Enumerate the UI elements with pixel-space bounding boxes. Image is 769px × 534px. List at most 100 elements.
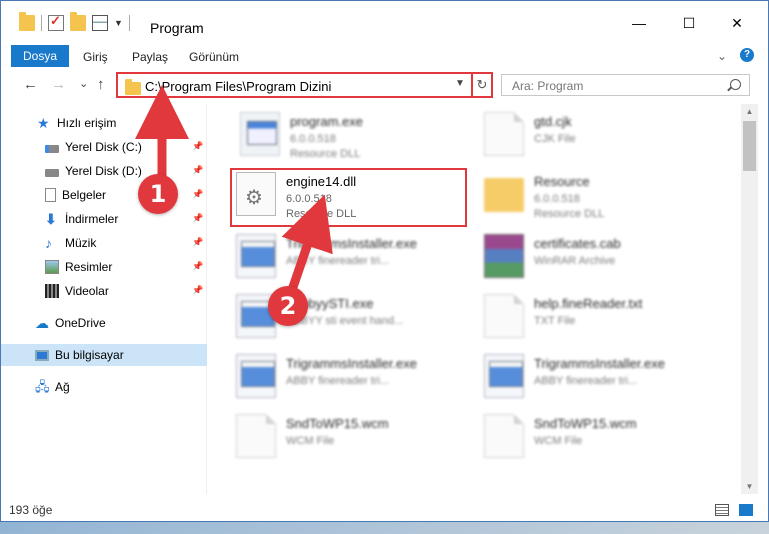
file-type: WCM File [286,435,335,447]
qat-separator-2 [128,15,130,31]
properties-icon[interactable] [92,15,108,31]
file-type: WCM File [534,435,583,447]
file-meta: WCM File [286,434,334,449]
pin-icon[interactable]: 📌 [192,261,203,272]
back-button[interactable]: ← [23,76,38,93]
file-item[interactable]: TrigrammsInstaller.exe ABBY finereader t… [232,230,467,286]
sidebar-item-pictures[interactable]: Resimler 📌 [1,256,207,278]
up-button[interactable]: ↑ [97,76,105,93]
file-meta: CJK File [534,132,576,147]
address-history-chevron-down-icon[interactable]: ▼ [455,78,465,89]
file-item[interactable]: Resource 6.0.0.518 Resource DLL [480,168,715,224]
file-item[interactable]: ZabbyySTI.exe ABBYY sti event hand... [232,290,467,346]
pin-icon[interactable]: 📌 [192,141,203,152]
pin-icon[interactable]: 📌 [192,213,203,224]
large-icons-view-icon[interactable] [739,504,753,516]
file-item[interactable]: TrigrammsInstaller.exe ABBY finereader t… [480,350,715,406]
scroll-down-icon[interactable]: ▼ [741,482,758,491]
file-meta: ABBY finereader tri... [286,254,389,269]
sidebar-item-label: Belgeler [62,188,107,202]
file-meta: TXT File [534,314,575,329]
page-icon [484,414,524,458]
search-placeholder: Ara: Program [512,79,584,93]
expand-ribbon-chevron-icon[interactable]: ⌄ [717,49,727,63]
scroll-up-icon[interactable]: ▲ [741,107,758,116]
sidebar-item-label: OneDrive [55,316,106,330]
drive-icon [45,168,59,177]
status-bar: 193 öğe [1,497,768,521]
details-view-icon[interactable] [715,504,729,516]
tab-view[interactable]: Görünüm [189,50,239,64]
qat-separator [41,15,42,31]
pin-icon[interactable]: 📌 [192,237,203,248]
sidebar-item-videos[interactable]: Videolar 📌 [1,280,207,302]
callout-badge-2: 2 [268,286,308,326]
sidebar-item-label: Yerel Disk (D:) [65,164,142,178]
sidebar-item-label: İndirmeler [65,212,119,226]
file-name: SndToWP15.wcm [534,416,637,431]
refresh-button[interactable]: ↻ [471,74,491,96]
title-bar: ▼ Program — ☐ ✕ [1,1,768,41]
properties-check-icon[interactable] [48,13,64,31]
navigation-bar: ← → ⌄ ↑ C:\Program Files\Program Dizini … [1,68,768,104]
file-meta: WinRAR Archive [534,254,615,269]
pictures-icon [45,260,59,274]
quick-access-toolbar: ▼ [19,12,130,31]
computer-icon [35,349,49,361]
file-item[interactable]: help.fineReader.txt TXT File [480,290,715,346]
file-item[interactable]: gtd.cjk CJK File [480,108,715,164]
app-icon [240,112,280,156]
file-item[interactable]: program.exe 6.0.0.518 Resource DLL [236,108,471,164]
file-type: WinRAR Archive [534,255,616,267]
exe-icon [236,354,276,398]
file-type: ABBY finereader tri... [534,375,638,387]
customize-qat-chevron-down-icon[interactable]: ▼ [114,18,123,28]
sidebar-item-music[interactable]: ♪ Müzik 📌 [1,232,207,254]
page-icon [484,294,524,338]
file-item[interactable]: certificates.cab WinRAR Archive [480,230,715,286]
recent-locations-chevron-icon[interactable]: ⌄ [79,77,88,90]
file-name: program.exe [290,114,363,129]
address-path[interactable]: C:\Program Files\Program Dizini [145,79,331,94]
window-title: Program [150,20,204,36]
pin-icon[interactable]: 📌 [192,165,203,176]
search-icon[interactable] [730,79,741,90]
winrar-icon [484,234,524,278]
file-item[interactable]: TrigrammsInstaller.exe ABBY finereader t… [232,350,467,406]
page-icon [236,414,276,458]
close-button[interactable]: ✕ [721,15,753,32]
tab-file[interactable]: Dosya [11,45,69,67]
exe-icon [236,234,276,278]
folder-icon [125,79,141,95]
file-meta: 6.0.0.518 Resource DLL [290,132,360,162]
sidebar-item-local-disk-d[interactable]: Yerel Disk (D:) 📌 [1,160,207,182]
maximize-button[interactable]: ☐ [673,15,705,32]
sidebar-item-downloads[interactable]: ⬇ İndirmeler 📌 [1,208,207,230]
file-item[interactable]: SndToWP15.wcm WCM File [232,410,467,466]
pin-icon[interactable]: 📌 [192,189,203,200]
item-count: 193 öğe [9,503,53,517]
tab-home[interactable]: Giriş [83,50,108,64]
sidebar-item-quick-access[interactable]: ★ Hızlı erişim [1,112,207,134]
file-name: help.fineReader.txt [534,296,643,311]
sidebar-item-this-pc[interactable]: Bu bilgisayar [1,344,207,366]
forward-button[interactable]: → [51,76,66,93]
scrollbar-thumb[interactable] [743,121,756,171]
file-item[interactable]: SndToWP15.wcm WCM File [480,410,715,466]
minimize-button[interactable]: — [623,15,655,31]
sidebar-item-onedrive[interactable]: ☁ OneDrive [1,312,207,334]
explorer-window: ▼ Program — ☐ ✕ Dosya Giriş Paylaş Görün… [0,0,769,522]
new-folder-icon[interactable] [70,12,86,31]
drive-icon [45,144,59,153]
sidebar-item-network[interactable]: 🖧 Ağ [1,376,207,398]
help-icon[interactable]: ? [740,48,754,62]
sidebar-item-local-disk-c[interactable]: Yerel Disk (C:) 📌 [1,136,207,158]
search-input[interactable]: Ara: Program [501,74,750,96]
pin-icon[interactable]: 📌 [192,285,203,296]
tab-share[interactable]: Paylaş [132,50,168,64]
documents-icon [45,188,56,202]
address-bar[interactable]: C:\Program Files\Program Dizini ▼ ↻ [116,72,493,98]
vertical-scrollbar[interactable]: ▲ ▼ [741,104,758,494]
onedrive-icon: ☁ [35,315,49,331]
sidebar-item-label: Resimler [65,260,113,274]
